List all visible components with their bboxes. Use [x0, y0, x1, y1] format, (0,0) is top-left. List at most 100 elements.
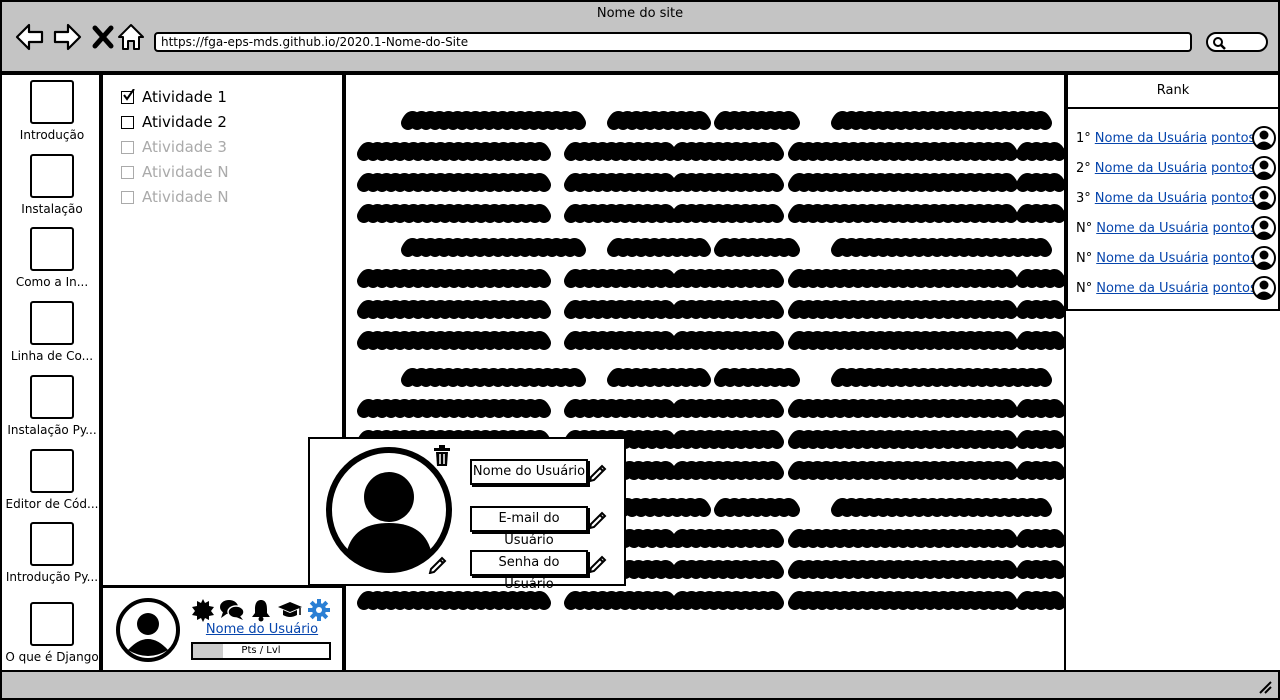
avatar[interactable]: [116, 598, 180, 662]
scribble-line: [831, 238, 1052, 257]
scribble-line: [788, 591, 1018, 610]
scribble-line: [357, 173, 551, 192]
sidebar-thumbnail: [30, 301, 74, 345]
scribble-line: [607, 498, 711, 517]
email-field[interactable]: E-mail do Usuário: [470, 506, 588, 548]
scribble-line: [564, 142, 677, 161]
rank-title: Rank: [1156, 83, 1190, 98]
sidebar: Introdução Instalação Como a In... Linha…: [0, 73, 101, 672]
trash-icon[interactable]: [432, 445, 452, 467]
activity-item[interactable]: Atividade 1: [121, 88, 227, 106]
rank-points-link[interactable]: pontos: [1211, 191, 1255, 206]
rank-position: N°: [1076, 280, 1093, 296]
graduation-cap-icon[interactable]: [277, 598, 303, 622]
close-icon[interactable]: [88, 22, 118, 52]
sidebar-thumbnail: [30, 227, 74, 271]
rank-user-link[interactable]: Nome da Usuária: [1095, 191, 1207, 206]
rank-avatar[interactable]: [1252, 186, 1276, 210]
scribble-line: [1016, 331, 1064, 350]
scribble-line: [1016, 430, 1064, 449]
sidebar-item-linha-de-comando[interactable]: Linha de Co...: [2, 301, 102, 363]
sidebar-item-instalacao-python[interactable]: Instalação Py...: [2, 375, 102, 437]
rank-user-link[interactable]: Nome da Usuária: [1096, 281, 1208, 296]
sidebar-item-django[interactable]: O que é Django: [2, 602, 102, 664]
rank-user-link[interactable]: Nome da Usuária: [1096, 251, 1208, 266]
scribble-line: [357, 269, 551, 288]
rank-avatar[interactable]: [1252, 276, 1276, 300]
scribble-line: [671, 142, 784, 161]
chat-icon[interactable]: [219, 598, 245, 622]
scribble-line: [788, 560, 1018, 579]
scribble-line: [831, 111, 1052, 130]
rank-points-link[interactable]: pontos: [1212, 221, 1256, 236]
scribble-line: [401, 368, 586, 387]
rank-row: 2° Nome da Usuária pontos: [1076, 155, 1278, 181]
scribble-line: [788, 173, 1018, 192]
scribble-line: [607, 368, 711, 387]
sidebar-item-introducao[interactable]: Introdução: [2, 80, 102, 142]
sidebar-item-instalacao[interactable]: Instalação: [2, 154, 102, 216]
rank-user-link[interactable]: Nome da Usuária: [1095, 161, 1207, 176]
password-field[interactable]: Senha do Usuário: [470, 550, 588, 592]
username-field[interactable]: Nome do Usuário: [470, 459, 588, 485]
checkbox-checked[interactable]: [121, 88, 135, 104]
arrow-right-icon[interactable]: [52, 22, 82, 52]
scribble-line: [564, 399, 677, 418]
rank-divider: [1068, 107, 1278, 109]
rank-points-link[interactable]: pontos: [1212, 281, 1256, 296]
points-level-bar: Pts / Lvl: [191, 642, 331, 660]
scribble-line: [788, 529, 1018, 548]
rank-avatar[interactable]: [1252, 126, 1276, 150]
bell-icon[interactable]: [249, 598, 273, 622]
username-link[interactable]: Nome do Usuário: [191, 622, 333, 637]
scribble-line: [357, 204, 551, 223]
rank-points-link[interactable]: pontos: [1211, 161, 1255, 176]
url-bar[interactable]: https://fga-eps-mds.github.io/2020.1-Nom…: [154, 32, 1192, 52]
scribble-line: [788, 399, 1018, 418]
scribble-line: [671, 430, 784, 449]
gear-icon[interactable]: [307, 598, 331, 622]
badge-icon[interactable]: [191, 598, 215, 622]
rank-points-link[interactable]: pontos: [1211, 131, 1255, 146]
scribble-line: [788, 269, 1018, 288]
arrow-left-icon[interactable]: [15, 22, 45, 52]
scribble-line: [788, 142, 1018, 161]
search-box[interactable]: [1206, 32, 1268, 52]
rank-avatar[interactable]: [1252, 246, 1276, 270]
user-edit-popup: Nome do Usuário E-mail do Usuário Senha …: [308, 437, 626, 592]
scribble-line: [564, 204, 677, 223]
scribble-line: [357, 591, 551, 610]
sidebar-item-editor-de-codigo[interactable]: Editor de Cód...: [2, 449, 102, 511]
rank-position: 1°: [1076, 130, 1091, 146]
sidebar-item-como-a-in[interactable]: Como a In...: [2, 227, 102, 289]
rank-row: 3° Nome da Usuária pontos: [1076, 185, 1278, 211]
checkbox-disabled: [121, 165, 134, 179]
edit-avatar-pencil-icon[interactable]: [428, 554, 448, 574]
edit-email-pencil-icon[interactable]: [588, 509, 608, 529]
rank-avatar[interactable]: [1252, 216, 1276, 240]
rank-avatar[interactable]: [1252, 156, 1276, 180]
activity-item[interactable]: Atividade 2: [121, 113, 227, 131]
sidebar-item-introducao-python[interactable]: Introdução Py...: [2, 522, 102, 584]
window-title: Nome do site: [596, 6, 684, 21]
scribble-line: [671, 461, 784, 480]
checkbox[interactable]: [121, 115, 134, 129]
scribble-line: [671, 560, 784, 579]
sidebar-thumbnail: [30, 602, 74, 646]
resize-handle-icon[interactable]: [1258, 680, 1272, 694]
home-icon[interactable]: [116, 22, 146, 52]
rank-points-link[interactable]: pontos: [1212, 251, 1256, 266]
scribble-line: [671, 204, 784, 223]
rank-user-link[interactable]: Nome da Usuária: [1096, 221, 1208, 236]
scribble-line: [714, 238, 800, 257]
scribble-line: [607, 111, 711, 130]
edit-password-pencil-icon[interactable]: [588, 553, 608, 573]
rank-position: 2°: [1076, 160, 1091, 176]
scribble-line: [564, 269, 677, 288]
rank-user-link[interactable]: Nome da Usuária: [1095, 131, 1207, 146]
edit-username-pencil-icon[interactable]: [588, 462, 608, 482]
scribble-line: [401, 238, 586, 257]
profile-panel: Nome do Usuário Pts / Lvl: [101, 586, 344, 672]
scribble-line: [788, 204, 1018, 223]
rank-row: N° Nome da Usuária pontos: [1076, 275, 1278, 301]
